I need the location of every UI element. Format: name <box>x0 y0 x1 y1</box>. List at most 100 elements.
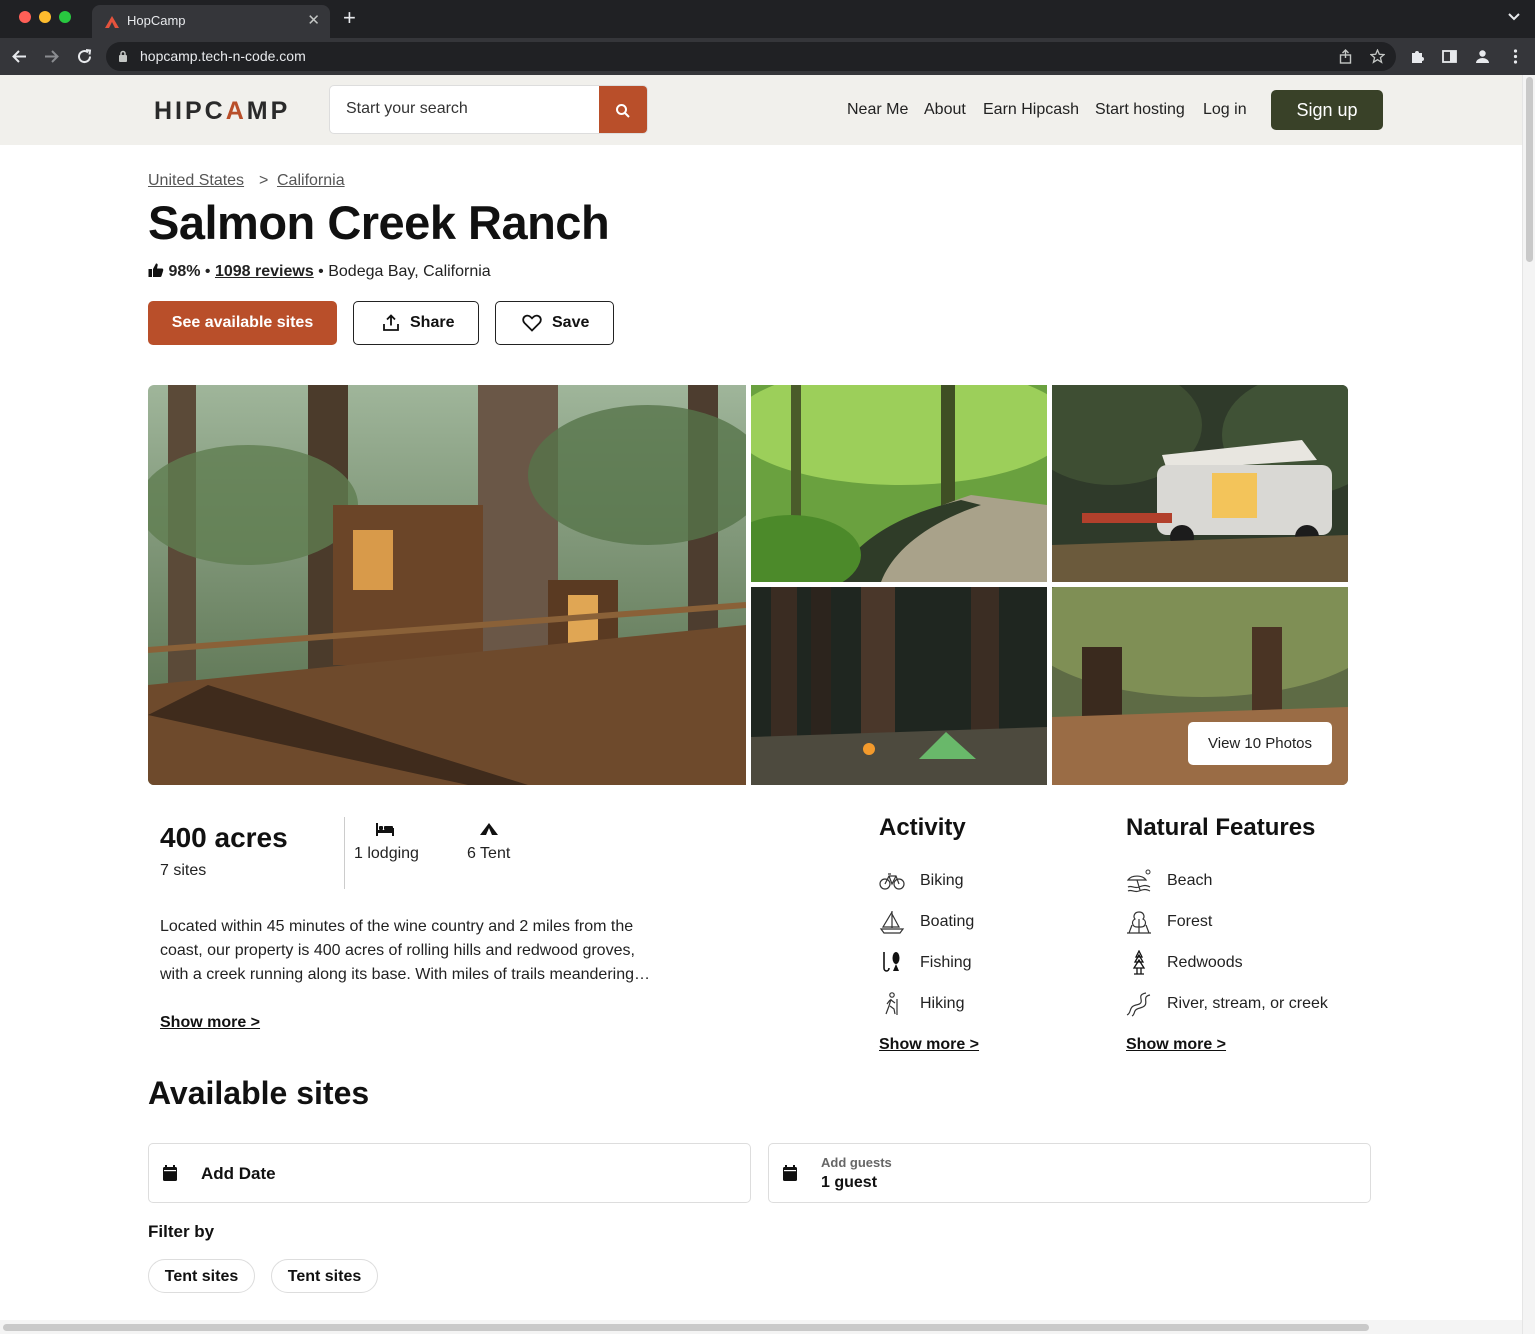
reload-icon[interactable] <box>76 48 93 65</box>
add-guests-label: Add guests <box>821 1155 892 1170</box>
chevron-down-icon[interactable] <box>1507 9 1521 23</box>
bike-icon <box>879 873 905 890</box>
reviews-link[interactable]: 1098 reviews <box>215 263 314 280</box>
location-text: Bodega Bay, California <box>328 263 491 280</box>
horizontal-scrollbar[interactable] <box>0 1320 1522 1334</box>
new-tab-icon[interactable]: + <box>343 5 356 31</box>
share-button[interactable]: Share <box>353 301 479 345</box>
search-button[interactable] <box>599 86 647 133</box>
filter-pill-tent-sites-2[interactable]: Tent sites <box>271 1259 378 1293</box>
main-photo-treehouse[interactable] <box>148 385 746 785</box>
listing-meta: 98% • 1098 reviews • Bodega Bay, Califor… <box>148 262 491 281</box>
nav-start-hosting[interactable]: Start hosting <box>1095 101 1185 119</box>
forest-icon <box>1127 911 1151 934</box>
creek-image <box>751 385 1047 582</box>
side-panel-icon[interactable] <box>1441 48 1458 65</box>
address-bar[interactable]: hopcamp.tech-n-code.com <box>106 42 1396 71</box>
available-sites-heading: Available sites <box>148 1075 370 1111</box>
search-box[interactable]: Start your search <box>329 85 648 134</box>
share-label: Share <box>410 314 455 331</box>
filter-by-heading: Filter by <box>148 1222 215 1241</box>
calendar-icon <box>163 1165 177 1181</box>
feature-redwoods: Redwoods <box>1167 954 1243 971</box>
browser-tab[interactable]: HopCamp ✕ <box>92 5 330 38</box>
add-date-label: Add Date <box>201 1164 276 1183</box>
breadcrumb-california[interactable]: California <box>277 172 345 190</box>
lock-icon <box>119 50 127 62</box>
search-icon <box>616 104 630 118</box>
lodging-count: 1 lodging <box>354 845 419 862</box>
feature-beach: Beach <box>1167 872 1213 889</box>
page-title: Salmon Creek Ranch <box>148 196 610 249</box>
view-photos-button[interactable]: View 10 Photos <box>1188 722 1332 765</box>
forward-arrow-icon[interactable] <box>43 48 60 65</box>
stat-divider <box>344 817 345 889</box>
extensions-puzzle-icon[interactable] <box>1409 48 1426 65</box>
treehouse-image <box>148 385 746 785</box>
features-show-more-link[interactable]: Show more > <box>1126 1036 1226 1054</box>
date-picker-field[interactable]: Add Date <box>148 1143 751 1203</box>
nav-log-in[interactable]: Log in <box>1203 101 1247 119</box>
nav-about[interactable]: About <box>924 101 966 119</box>
horizontal-scroll-thumb[interactable] <box>3 1324 1369 1331</box>
photo-creek[interactable] <box>751 385 1047 582</box>
nav-near-me[interactable]: Near Me <box>847 101 908 119</box>
guests-picker-field[interactable]: Add guests 1 guest <box>768 1143 1371 1203</box>
breadcrumb-separator: > <box>259 172 269 189</box>
feature-forest: Forest <box>1167 913 1213 930</box>
profile-avatar-icon[interactable] <box>1474 48 1491 65</box>
window-minimize-button[interactable] <box>39 11 51 23</box>
description-show-more-link[interactable]: Show more > <box>160 1014 260 1032</box>
calendar-icon <box>783 1165 797 1181</box>
browser-toolbar: hopcamp.tech-n-code.com <box>0 38 1535 75</box>
bookmark-star-icon[interactable] <box>1370 49 1385 64</box>
window-zoom-button[interactable] <box>59 11 71 23</box>
save-button[interactable]: Save <box>495 301 614 345</box>
photo-camper-van[interactable] <box>1052 385 1348 582</box>
sailboat-icon <box>879 911 905 934</box>
photo-tent-forest[interactable] <box>751 587 1047 785</box>
redwood-icon <box>1132 950 1146 975</box>
url-text: hopcamp.tech-n-code.com <box>140 48 306 64</box>
logo-text-start: HIPC <box>154 97 226 125</box>
hiker-icon <box>885 992 898 1015</box>
breadcrumb-united-states[interactable]: United States <box>148 172 244 190</box>
beach-icon <box>1126 869 1151 893</box>
share-page-icon[interactable] <box>1338 49 1353 64</box>
listing-description: Located within 45 minutes of the wine co… <box>160 918 650 983</box>
tab-close-icon[interactable]: ✕ <box>307 11 320 29</box>
save-label: Save <box>552 314 590 331</box>
share-icon <box>383 314 399 331</box>
tent-forest-image <box>751 587 1047 785</box>
river-icon <box>1126 992 1151 1017</box>
feature-river: River, stream, or creek <box>1167 995 1328 1012</box>
acreage: 400 acres <box>160 822 288 853</box>
tab-title: HopCamp <box>127 13 186 28</box>
see-available-sites-button[interactable]: See available sites <box>148 301 337 345</box>
camper-van-image <box>1052 385 1348 582</box>
rating-percent: 98% <box>168 263 201 280</box>
activity-fishing: Fishing <box>920 954 972 971</box>
thumbs-up-icon <box>148 263 164 277</box>
nav-earn-hipcash[interactable]: Earn Hipcash <box>983 101 1079 119</box>
browser-menu-icon[interactable] <box>1507 48 1524 65</box>
vertical-scroll-thumb[interactable] <box>1526 77 1533 262</box>
back-arrow-icon[interactable] <box>11 48 28 65</box>
tent-icon <box>480 823 498 835</box>
tent-count: 6 Tent <box>467 845 511 862</box>
vertical-scrollbar[interactable] <box>1522 75 1535 1334</box>
activity-hiking: Hiking <box>920 995 965 1012</box>
hipcamp-logo[interactable]: HIPCAMP <box>154 97 290 126</box>
heart-icon <box>522 314 542 332</box>
logo-text-tent-a: A <box>225 97 247 125</box>
window-close-button[interactable] <box>19 11 31 23</box>
activity-heading: Activity <box>879 814 966 841</box>
browser-tab-bar: HopCamp ✕ + <box>0 0 1535 38</box>
sign-up-button[interactable]: Sign up <box>1271 90 1383 130</box>
search-input[interactable]: Start your search <box>346 100 468 118</box>
bed-icon <box>376 823 394 836</box>
logo-text-end: MP <box>246 97 291 125</box>
filter-pill-tent-sites[interactable]: Tent sites <box>148 1259 255 1293</box>
activity-show-more-link[interactable]: Show more > <box>879 1036 979 1054</box>
hipcamp-favicon-icon <box>105 16 119 28</box>
